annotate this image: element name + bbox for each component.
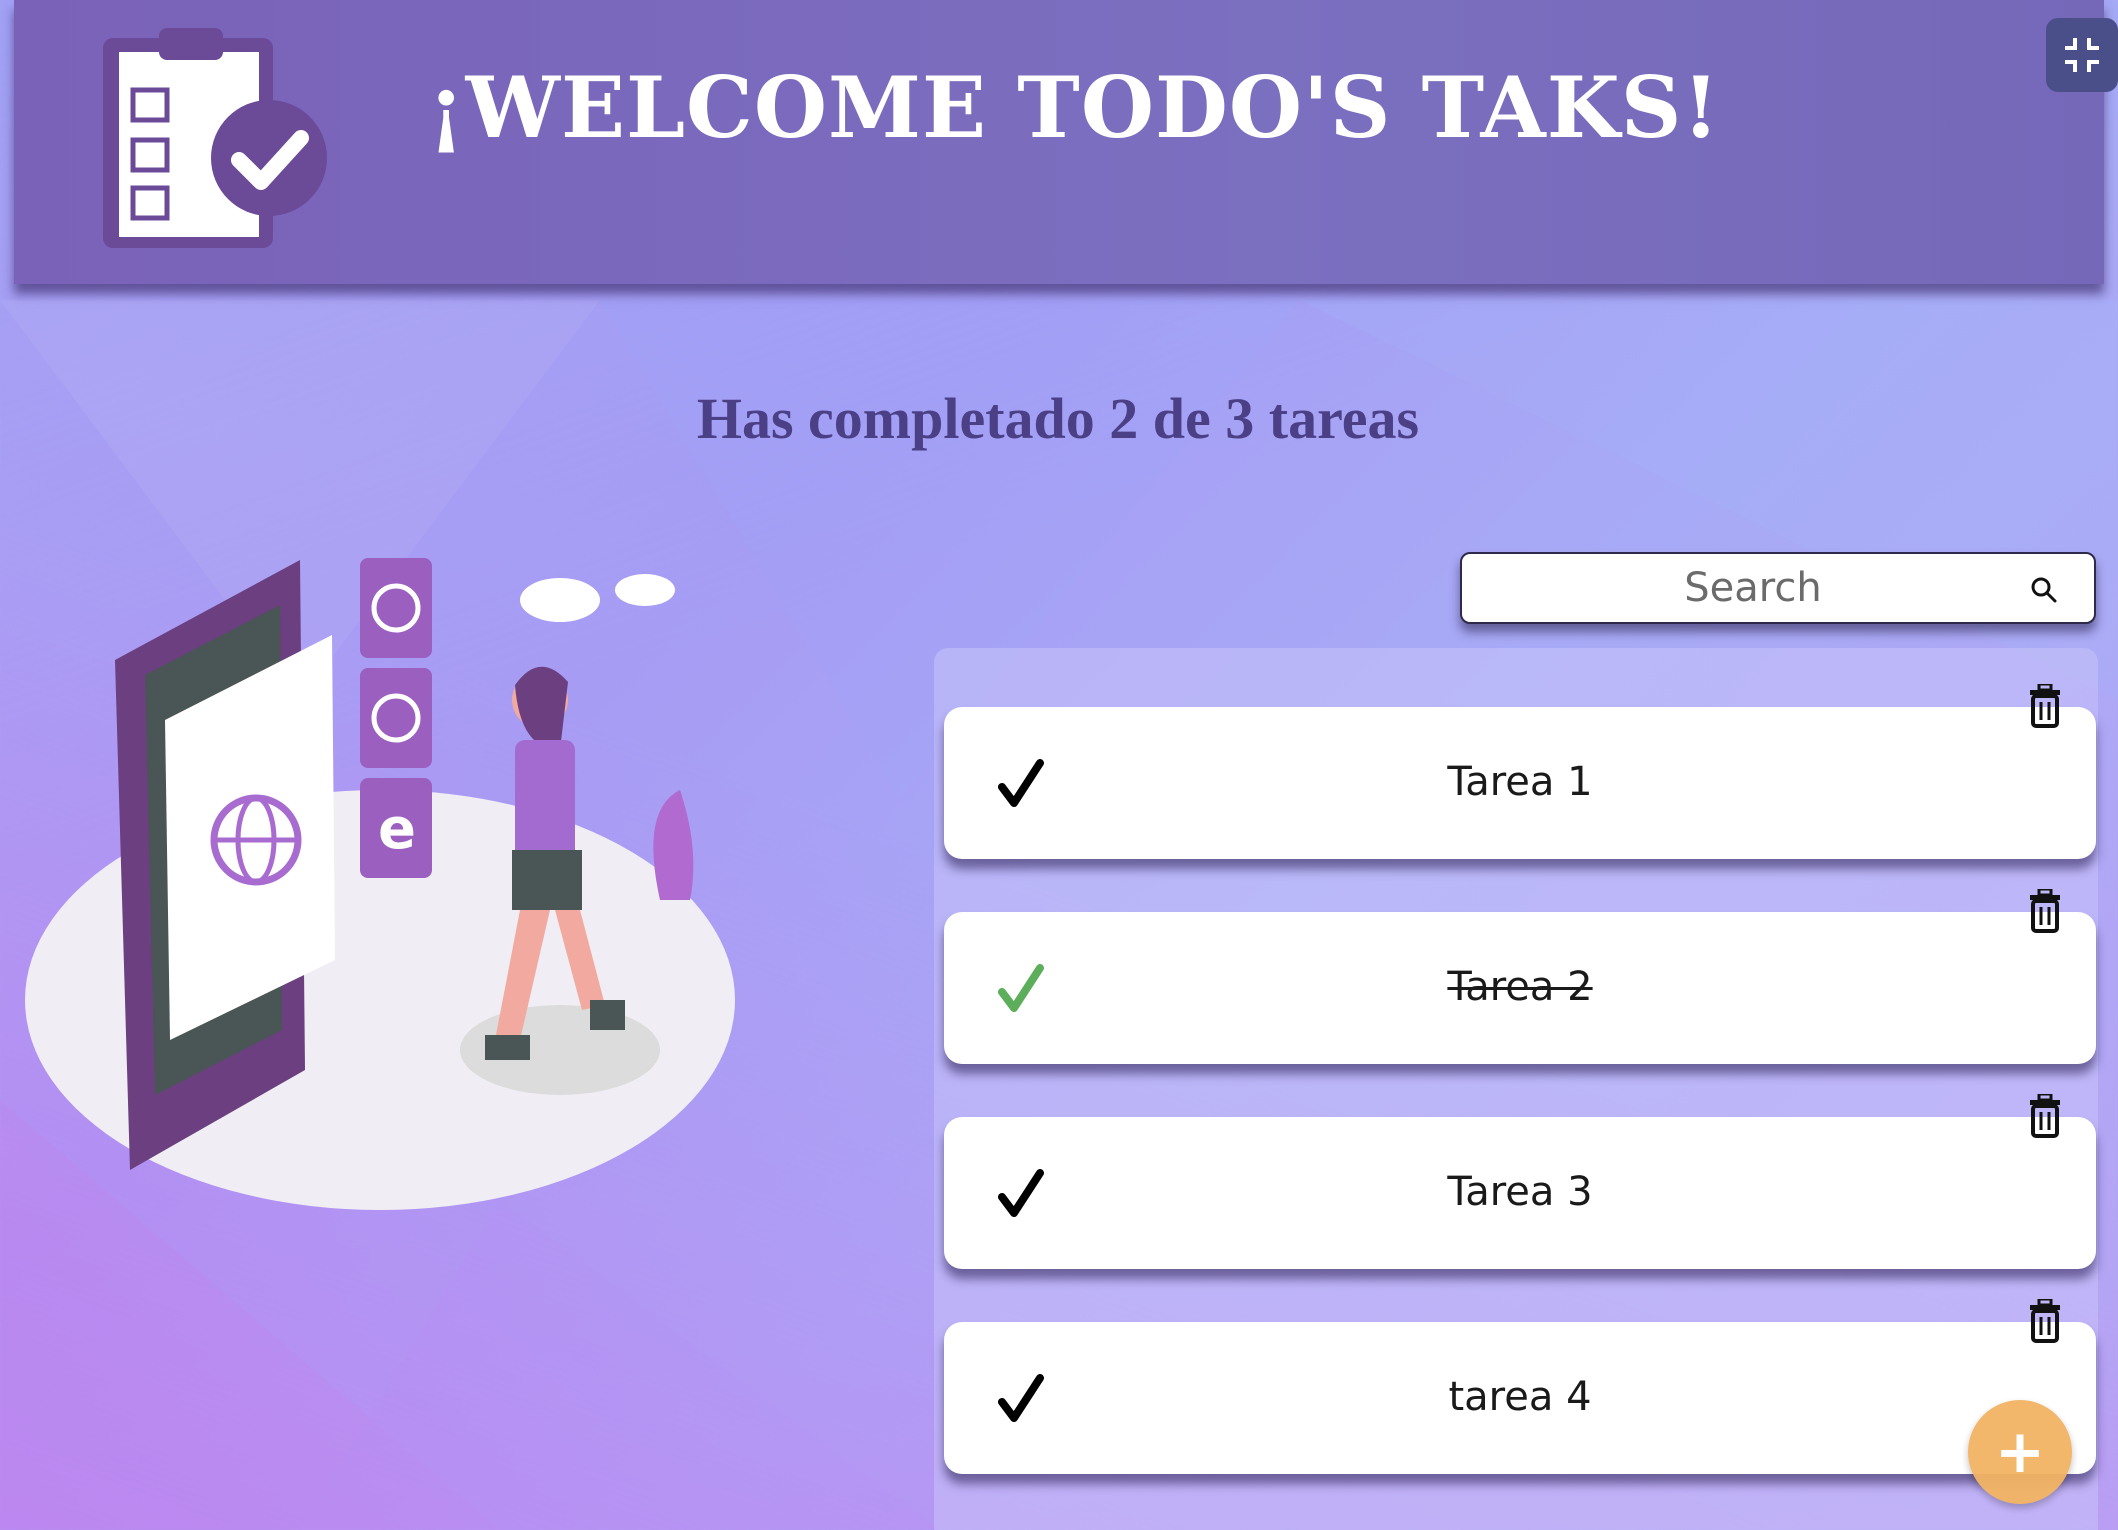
trash-icon[interactable] bbox=[2028, 1094, 2062, 1138]
add-todo-button[interactable]: + bbox=[1968, 1400, 2072, 1504]
trash-icon[interactable] bbox=[2028, 684, 2062, 728]
todo-text: Tarea 3 bbox=[1447, 1169, 1593, 1215]
search-input[interactable] bbox=[1462, 554, 2094, 622]
search-box[interactable] bbox=[1460, 552, 2096, 624]
page-title: ¡WELCOME TODO'S TAKS! bbox=[427, 58, 1721, 157]
todo-item: Tarea 2 bbox=[944, 912, 2096, 1064]
search-icon[interactable] bbox=[2030, 576, 2058, 604]
trash-icon[interactable] bbox=[2028, 1299, 2062, 1343]
todo-item: Tarea 3 bbox=[944, 1117, 2096, 1269]
app-header: ¡WELCOME TODO'S TAKS! bbox=[14, 0, 2118, 284]
svg-text:e: e bbox=[378, 797, 416, 862]
todo-text: tarea 4 bbox=[1448, 1374, 1592, 1420]
exit-fullscreen-button[interactable] bbox=[2046, 18, 2118, 92]
clipboard-check-icon bbox=[103, 28, 327, 248]
todo-item: tarea 4 bbox=[944, 1322, 2096, 1474]
todo-item: Tarea 1 bbox=[944, 707, 2096, 859]
completed-counter: Has completado 2 de 3 tareas bbox=[696, 386, 1420, 451]
exit-fullscreen-icon bbox=[2065, 38, 2099, 72]
todo-text: Tarea 2 bbox=[1447, 964, 1593, 1010]
todo-text: Tarea 1 bbox=[1447, 759, 1593, 805]
trash-icon[interactable] bbox=[2028, 889, 2062, 933]
phone-browsing-illustration: e bbox=[25, 558, 735, 1210]
